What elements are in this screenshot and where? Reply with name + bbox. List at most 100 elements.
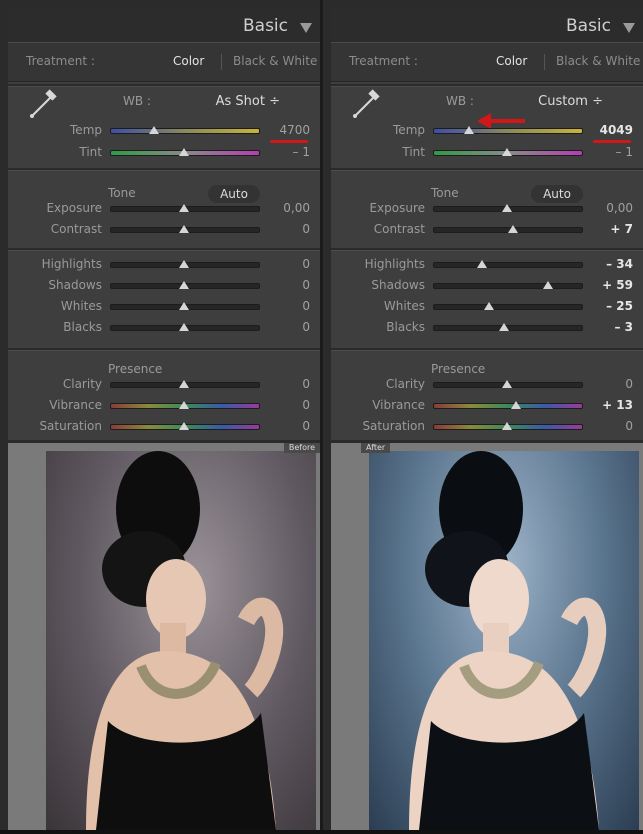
shadows-slider-handle[interactable] [179,281,189,289]
collapse-triangle-icon[interactable] [300,23,312,33]
temp-slider-handle[interactable] [463,126,474,134]
treatment-label: Treatment : [26,54,95,68]
whites-value[interactable]: 0 [302,299,310,313]
after-tag: After [361,443,391,453]
auto-button[interactable]: Auto [531,185,583,203]
shadows-value[interactable]: + 59 [602,278,633,292]
auto-button[interactable]: Auto [208,185,260,203]
section-separator [8,248,320,251]
highlights-value[interactable]: 0 [302,257,310,271]
vibrance-value[interactable]: + 13 [602,398,633,412]
highlights-value[interactable]: – 34 [606,257,633,271]
section-separator [8,168,320,171]
highlights-label: Highlights [41,257,102,271]
vibrance-slider-track[interactable] [433,403,583,409]
temp-slider-track[interactable] [433,128,583,134]
treatment-separator [544,54,545,70]
clarity-slider-handle[interactable] [502,380,512,388]
whites-slider-handle[interactable] [179,302,189,310]
after-photo-area: After [331,443,643,830]
saturation-value[interactable]: 0 [302,419,310,433]
after-photo [369,451,639,830]
temp-value[interactable]: 4049 [600,123,633,137]
section-separator [331,248,643,251]
model-photo-before [86,451,284,830]
treatment-bw-option[interactable]: Black & White [233,54,317,68]
blacks-slider-handle[interactable] [179,323,189,331]
clarity-value[interactable]: 0 [625,377,633,391]
panel-header[interactable]: Basic [331,8,643,42]
clarity-value[interactable]: 0 [302,377,310,391]
section-separator [331,348,643,351]
contrast-label: Contrast [373,222,425,236]
highlights-slider-handle[interactable] [179,260,189,268]
wb-dropdown[interactable]: As Shot ÷ [216,94,280,109]
tint-slider-handle[interactable] [179,148,189,156]
highlights-slider-handle[interactable] [476,260,487,268]
wb-label: WB : [123,94,151,108]
exposure-value[interactable]: 0,00 [283,201,310,215]
shadows-slider-track[interactable] [433,283,583,289]
treatment-row: Treatment : Color Black & White [331,42,643,82]
vibrance-slider-handle[interactable] [179,401,189,409]
clarity-slider-handle[interactable] [179,380,189,388]
temp-annotation-underline [270,140,308,143]
exposure-value[interactable]: 0,00 [606,201,633,215]
tint-label: Tint [79,145,102,159]
highlights-slider-track[interactable] [433,262,583,268]
panel-title: Basic [565,16,611,36]
contrast-label: Contrast [50,222,102,236]
temp-label: Temp [393,123,425,137]
shadows-slider-handle[interactable] [543,281,554,289]
section-separator [331,168,643,171]
treatment-color-option[interactable]: Color [496,54,527,68]
tone-label: Tone [108,186,136,200]
section-separator [8,348,320,351]
temp-annotation-underline [593,140,631,143]
whites-label: Whites [383,299,425,313]
presence-label: Presence [108,362,163,376]
tint-value[interactable]: – 1 [293,145,310,159]
saturation-value[interactable]: 0 [625,419,633,433]
tint-value[interactable]: – 1 [616,145,633,159]
contrast-value[interactable]: + 7 [610,222,633,236]
panel-header[interactable]: Basic [8,8,320,42]
temp-label: Temp [70,123,102,137]
saturation-slider-handle[interactable] [502,422,512,430]
saturation-slider-handle[interactable] [179,422,189,430]
temp-value[interactable]: 4700 [279,123,310,137]
vibrance-label: Vibrance [49,398,102,412]
treatment-bw-option[interactable]: Black & White [556,54,640,68]
shadows-label: Shadows [48,278,102,292]
before-column: Basic Treatment : Color Black & White WB… [0,0,320,830]
vibrance-value[interactable]: 0 [302,398,310,412]
exposure-slider-handle[interactable] [179,204,189,212]
basic-panel-after: Basic Treatment : Color Black & White WB… [331,8,643,440]
shadows-value[interactable]: 0 [302,278,310,292]
model-photo-after [409,451,607,830]
tint-slider-handle[interactable] [502,148,512,156]
contrast-slider-handle[interactable] [179,225,189,233]
whites-slider-track[interactable] [433,304,583,310]
blacks-value[interactable]: – 3 [614,320,633,334]
treatment-color-option[interactable]: Color [173,54,204,68]
whites-slider-handle[interactable] [484,302,495,310]
collapse-triangle-icon[interactable] [623,23,635,33]
blacks-slider-handle[interactable] [499,323,510,331]
before-tag: Before [283,443,320,453]
treatment-row: Treatment : Color Black & White [8,42,320,82]
exposure-slider-handle[interactable] [502,204,512,212]
eyedropper-icon[interactable] [349,88,383,122]
temp-slider-handle[interactable] [149,126,160,134]
wb-dropdown[interactable]: Custom ÷ [538,94,603,109]
contrast-slider-handle[interactable] [507,225,518,233]
exposure-label: Exposure [369,201,425,215]
section-separator [8,84,320,87]
contrast-value[interactable]: 0 [302,222,310,236]
temp-slider-track[interactable] [110,128,260,134]
before-photo [46,451,316,830]
vibrance-slider-handle[interactable] [510,401,521,409]
eyedropper-icon[interactable] [26,88,60,122]
blacks-value[interactable]: 0 [302,320,310,334]
whites-value[interactable]: – 25 [606,299,633,313]
